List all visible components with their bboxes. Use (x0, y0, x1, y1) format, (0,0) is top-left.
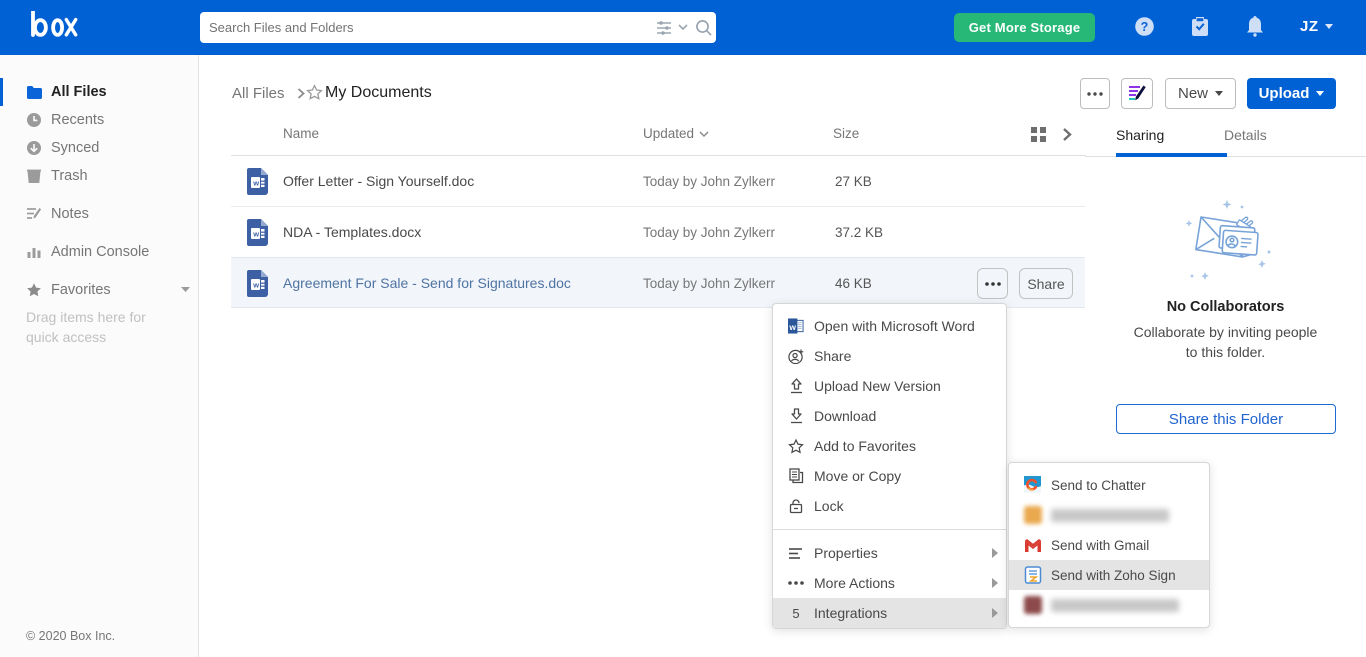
svg-text:w: w (788, 322, 796, 332)
svg-text:w: w (252, 281, 259, 290)
svg-text:?: ? (1141, 20, 1149, 34)
svg-text:w: w (252, 230, 259, 239)
svg-text:w: w (252, 179, 259, 188)
